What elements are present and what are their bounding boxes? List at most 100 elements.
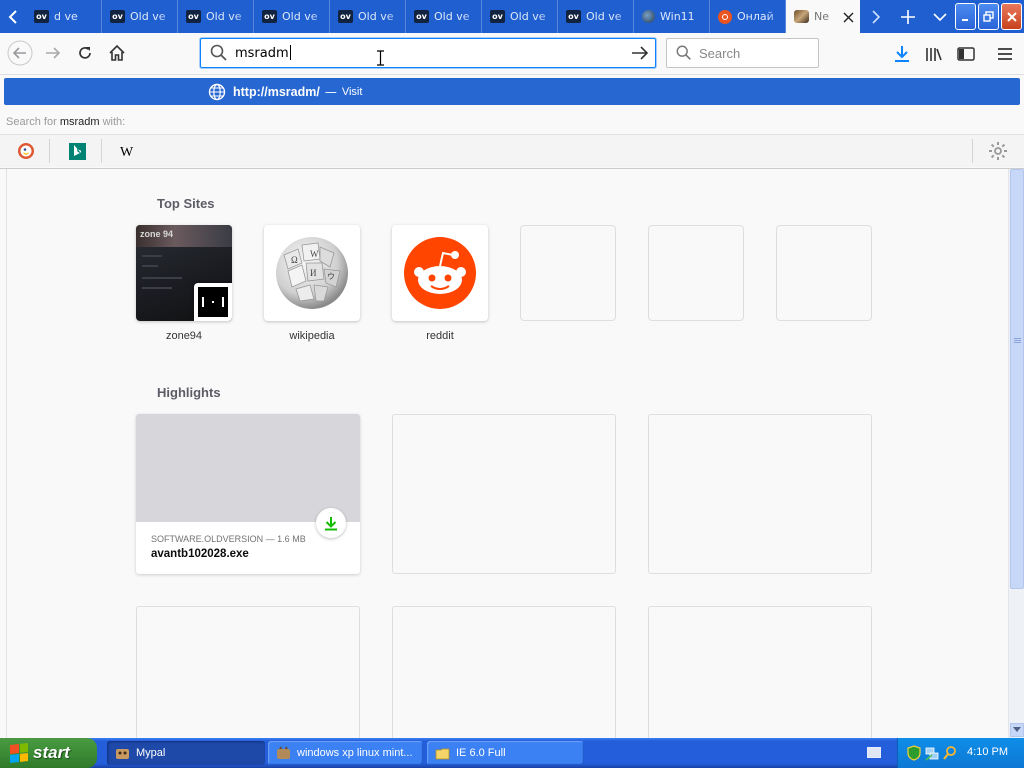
- tab[interactable]: ov Old ve: [254, 0, 330, 33]
- reddit-icon: [404, 237, 476, 309]
- window-controls: [955, 3, 1022, 30]
- reload-button[interactable]: [70, 39, 100, 67]
- taskbar-item-mypal[interactable]: Mypal: [107, 741, 265, 765]
- search-input[interactable]: [699, 45, 809, 61]
- oldversion-icon: ov: [490, 10, 505, 23]
- search-icon: [210, 44, 227, 61]
- tab-active[interactable]: Ne: [786, 0, 860, 33]
- vertical-scrollbar[interactable]: [1008, 169, 1024, 738]
- forward-button[interactable]: [38, 39, 68, 67]
- all-tabs-button[interactable]: [924, 0, 956, 33]
- tab[interactable]: ov Old ve: [102, 0, 178, 33]
- scrollbar-thumb[interactable]: [1010, 169, 1024, 589]
- oldversion-icon: ov: [186, 10, 201, 23]
- chevron-left-icon: [8, 9, 17, 24]
- system-tray: 4:10 PM: [897, 738, 1024, 768]
- library-button[interactable]: [922, 42, 946, 66]
- network-icon[interactable]: [924, 745, 940, 761]
- menu-button[interactable]: [993, 42, 1017, 66]
- scroll-tabs-right-button[interactable]: [860, 0, 892, 33]
- tab[interactable]: ov Old ve: [330, 0, 406, 33]
- oldversion-icon: ov: [338, 10, 353, 23]
- restore-icon: [983, 11, 994, 22]
- new-tab-button[interactable]: [892, 0, 924, 33]
- sidebar-button[interactable]: [954, 42, 978, 66]
- highlight-placeholder: [648, 606, 872, 738]
- ubuntu-icon: [718, 9, 732, 24]
- tab-label: Ne: [814, 10, 829, 23]
- scroll-tabs-left-button[interactable]: [0, 0, 26, 33]
- search-bar[interactable]: [666, 38, 819, 68]
- top-site-tile[interactable]: Ω W И ウ: [264, 225, 360, 321]
- keyboard-layout-icon[interactable]: [867, 747, 881, 758]
- svg-text:W: W: [310, 249, 319, 259]
- tab[interactable]: Онлай: [710, 0, 786, 33]
- duckduckgo-engine-button[interactable]: [14, 140, 38, 162]
- reload-icon: [79, 47, 91, 59]
- start-button[interactable]: start: [0, 738, 97, 768]
- oldversion-icon: ov: [414, 10, 429, 23]
- taskbar-item-browser-window[interactable]: windows xp linux mint...: [268, 741, 423, 765]
- top-site-reddit[interactable]: reddit: [392, 225, 488, 342]
- forward-arrow-icon: [46, 47, 61, 59]
- zone94-logo: zone 94: [140, 229, 174, 239]
- top-site-zone94[interactable]: zone 94 zone94: [136, 225, 232, 342]
- scroll-down-arrow-icon: [1013, 727, 1021, 732]
- restore-button[interactable]: [978, 3, 999, 30]
- start-label: start: [33, 743, 70, 762]
- tab[interactable]: ov Old ve: [558, 0, 634, 33]
- home-button[interactable]: [102, 39, 132, 67]
- highlights-heading: Highlights: [157, 385, 221, 400]
- go-button[interactable]: [629, 42, 651, 64]
- highlight-card-download[interactable]: SOFTWARE.OLDVERSION — 1.6 MB avantb10202…: [136, 414, 360, 574]
- tab[interactable]: ov d ve: [26, 0, 102, 33]
- download-icon: [325, 516, 337, 530]
- url-bar[interactable]: msradm: [200, 38, 656, 68]
- tab[interactable]: Win11: [634, 0, 710, 33]
- oldversion-icon: ov: [262, 10, 277, 23]
- top-site-empty: [776, 225, 872, 321]
- tab[interactable]: ov Old ve: [178, 0, 254, 33]
- top-site-tile[interactable]: zone 94: [136, 225, 232, 321]
- taskbar-item-ie6-folder[interactable]: IE 6.0 Full: [427, 741, 584, 765]
- url-suggestions-popup: http://msradm/ — Visit Search for msradm…: [0, 75, 1024, 169]
- top-site-empty: [520, 225, 616, 321]
- top-site-label: zone94: [165, 330, 203, 342]
- close-icon: [843, 12, 854, 23]
- search-tray-icon[interactable]: [942, 745, 958, 761]
- security-shield-icon[interactable]: [906, 745, 922, 761]
- tab-list: ov d ve ov Old ve ov Old ve ov Old ve ov Old ve ov…: [26, 0, 860, 33]
- visit-suggestion-row[interactable]: http://msradm/ — Visit: [4, 78, 1020, 105]
- bing-engine-button[interactable]: [65, 140, 89, 162]
- top-site-label: reddit: [426, 330, 454, 342]
- top-site-empty: [648, 225, 744, 321]
- tab[interactable]: ov Old ve: [406, 0, 482, 33]
- wikipedia-engine-button[interactable]: W: [116, 140, 140, 162]
- tab-strip: ov d ve ov Old ve ov Old ve ov Old ve ov Old ve ov…: [0, 0, 1024, 33]
- home-icon: [109, 44, 125, 61]
- bing-icon: [68, 142, 86, 160]
- cat-icon: [794, 10, 809, 23]
- highlight-filename: avantb102028.exe: [151, 548, 249, 560]
- minimize-button[interactable]: [955, 3, 976, 30]
- navigation-toolbar: msradm: [0, 33, 1024, 75]
- cat-icon: [277, 745, 290, 759]
- downloads-button[interactable]: [890, 42, 914, 66]
- url-bar-text[interactable]: msradm: [235, 45, 291, 61]
- back-arrow-icon: [7, 40, 33, 66]
- new-tab-page: Top Sites zone 94 zone94 Ω W И ウ wikiped…: [6, 169, 1008, 738]
- windows-taskbar: start Mypal windows xp linux mint... IE …: [0, 738, 1024, 768]
- close-window-button[interactable]: [1001, 3, 1022, 30]
- top-site-wikipedia[interactable]: Ω W И ウ wikipedia: [264, 225, 360, 342]
- sidebar-icon: [957, 47, 975, 61]
- back-button[interactable]: [5, 39, 35, 67]
- scroll-down-button[interactable]: [1010, 723, 1024, 737]
- globe-dark-icon: [642, 10, 655, 23]
- oldversion-icon: ov: [566, 10, 581, 23]
- tab[interactable]: ov Old ve: [482, 0, 558, 33]
- gear-icon[interactable]: [988, 141, 1008, 161]
- search-for-hint: Search for msradm with:: [6, 116, 126, 128]
- text-cursor-icon: [377, 50, 384, 66]
- top-site-tile[interactable]: [392, 225, 488, 321]
- close-tab-button[interactable]: [843, 9, 854, 27]
